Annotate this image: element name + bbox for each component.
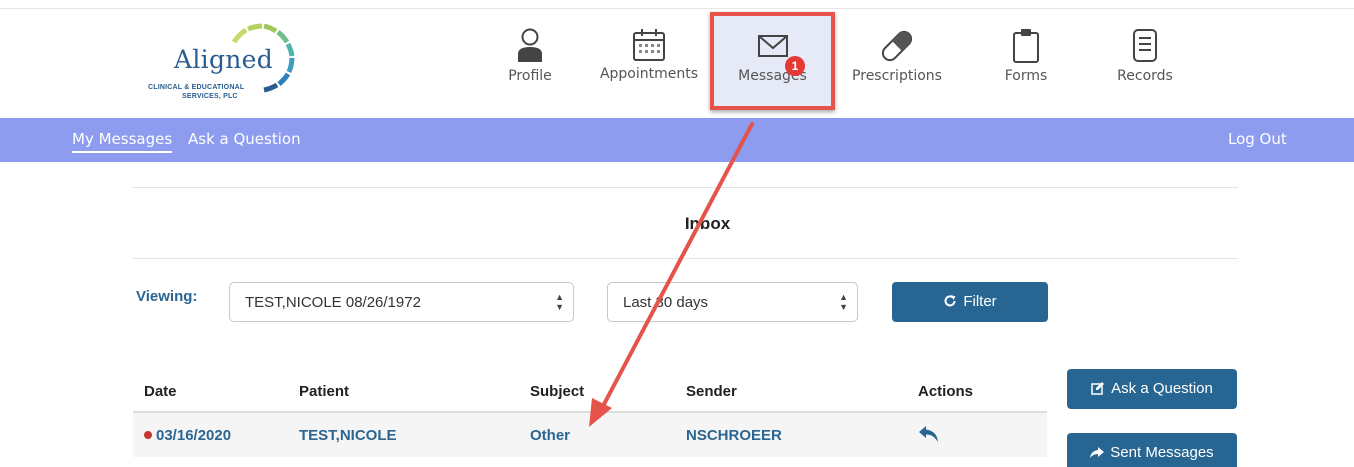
secondary-nav-bar: My Messages Ask a Question Log Out: [0, 118, 1354, 162]
section-divider-top: [133, 187, 1238, 188]
row-date-cell[interactable]: 03/16/2020: [144, 427, 231, 444]
inbox-title: Inbox: [684, 214, 731, 233]
profile-icon: [518, 28, 542, 62]
nav-profile[interactable]: Profile: [495, 20, 565, 100]
filter-button[interactable]: Filter: [892, 282, 1048, 322]
nav-prescriptions[interactable]: Prescriptions: [847, 20, 947, 100]
nav-records[interactable]: Records: [1110, 20, 1180, 100]
viewing-label: Viewing:: [136, 288, 198, 305]
nav-forms[interactable]: Forms: [996, 20, 1056, 100]
ask-question-button[interactable]: Ask a Question: [1067, 369, 1237, 409]
table-row[interactable]: [133, 413, 1047, 457]
date-range-select-value: Last 30 days: [623, 294, 709, 311]
patient-select-value: TEST,NICOLE 08/26/1972: [245, 294, 421, 311]
subnav-ask-question[interactable]: Ask a Question: [188, 130, 301, 148]
date-range-select[interactable]: Last 30 days ▲ ▼: [607, 282, 858, 322]
refresh-icon: [943, 284, 957, 324]
select-arrows-icon: ▲ ▼: [555, 292, 564, 312]
edit-icon: [1091, 371, 1105, 411]
clipboard-icon: [1013, 29, 1039, 63]
unread-indicator-icon: [144, 431, 152, 439]
nav-records-label: Records: [1117, 68, 1173, 84]
top-divider: [0, 8, 1354, 9]
calendar-icon: [633, 29, 665, 61]
row-patient[interactable]: TEST,NICOLE: [299, 427, 397, 444]
nav-appointments[interactable]: Appointments: [594, 20, 704, 100]
reply-icon[interactable]: [918, 425, 940, 448]
ask-question-button-label: Ask a Question: [1111, 380, 1213, 397]
column-header-date: Date: [144, 383, 177, 400]
nav-messages[interactable]: 1 Messages: [710, 12, 835, 110]
row-date: 03/16/2020: [156, 427, 232, 444]
subnav-my-messages[interactable]: My Messages: [72, 130, 173, 153]
nav-forms-label: Forms: [1004, 68, 1048, 84]
select-arrows-icon: ▲ ▼: [839, 292, 848, 312]
filter-button-label: Filter: [963, 293, 997, 310]
nav-profile-label: Profile: [508, 68, 552, 84]
sent-messages-button[interactable]: Sent Messages: [1067, 433, 1237, 467]
document-icon: [1133, 29, 1157, 62]
column-header-subject: Subject: [530, 383, 585, 400]
row-sender[interactable]: NSCHROEER: [686, 427, 782, 444]
aligned-logo[interactable]: Aligned CLINICAL & EDUCATIONAL SERVICES,…: [140, 20, 300, 108]
column-header-actions: Actions: [918, 383, 974, 400]
logo-wordmark: Aligned: [174, 45, 274, 74]
nav-prescriptions-label: Prescriptions: [852, 68, 942, 84]
nav-messages-label: Messages: [738, 68, 807, 84]
logout-link[interactable]: Log Out: [1228, 130, 1287, 148]
patient-select[interactable]: TEST,NICOLE 08/26/1972 ▲ ▼: [229, 282, 574, 322]
messages-count-badge: 1: [785, 56, 805, 76]
sent-messages-button-label: Sent Messages: [1110, 444, 1214, 461]
logo-subtitle-line2: SERVICES, PLC: [182, 93, 238, 100]
pill-icon: [881, 30, 913, 62]
logo-subtitle-line1: CLINICAL & EDUCATIONAL: [148, 84, 245, 91]
nav-appointments-label: Appointments: [599, 66, 699, 82]
share-icon: [1090, 435, 1105, 467]
column-header-sender: Sender: [686, 383, 737, 400]
row-subject[interactable]: Other: [530, 427, 570, 444]
column-header-patient: Patient: [299, 383, 350, 400]
section-divider-bottom: [133, 258, 1238, 259]
